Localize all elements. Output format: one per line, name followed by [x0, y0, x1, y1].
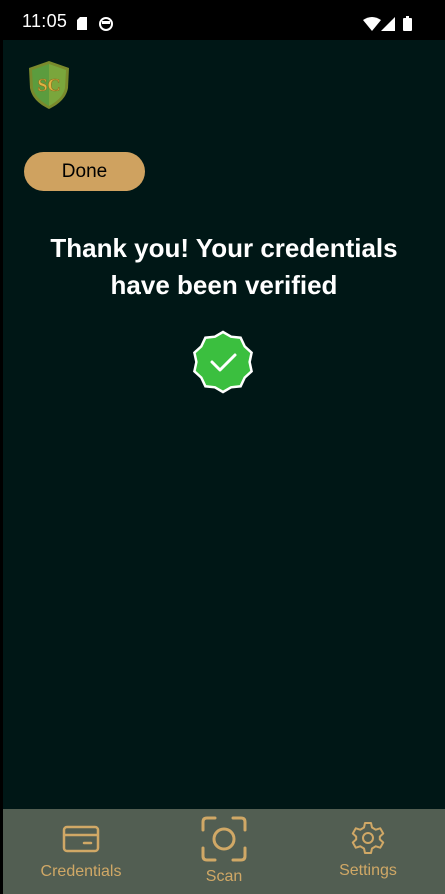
card-icon — [62, 825, 100, 853]
scan-icon — [201, 816, 247, 862]
nav-label-settings: Settings — [339, 862, 397, 879]
cell-signal-icon — [381, 17, 395, 31]
app-content: SC Done Thank you! Your credentials have… — [3, 40, 445, 809]
verification-message: Thank you! Your credentials have been ve… — [50, 233, 398, 300]
notification-circle-icon — [99, 17, 113, 31]
done-button[interactable]: Done — [24, 152, 145, 191]
nav-item-credentials[interactable]: Credentials — [31, 809, 131, 894]
battery-icon — [403, 16, 412, 31]
phone-screen: 11:05 SC Done Thank you! Your credential… — [0, 0, 445, 894]
nav-label-scan: Scan — [205, 868, 243, 885]
nav-item-scan[interactable]: Scan — [184, 809, 264, 894]
bottom-navigation: Credentials Scan Settings — [3, 809, 445, 894]
svg-text:SC: SC — [37, 75, 60, 95]
nav-label-credentials: Credentials — [40, 863, 122, 880]
check-badge-icon — [193, 330, 253, 394]
nav-item-settings[interactable]: Settings — [323, 809, 413, 894]
sd-card-icon — [77, 17, 87, 30]
wifi-icon — [363, 17, 381, 31]
gear-icon — [351, 822, 385, 854]
status-bar: 11:05 — [0, 0, 445, 40]
status-time: 11:05 — [22, 11, 68, 31]
shield-logo-icon: SC — [29, 61, 69, 109]
